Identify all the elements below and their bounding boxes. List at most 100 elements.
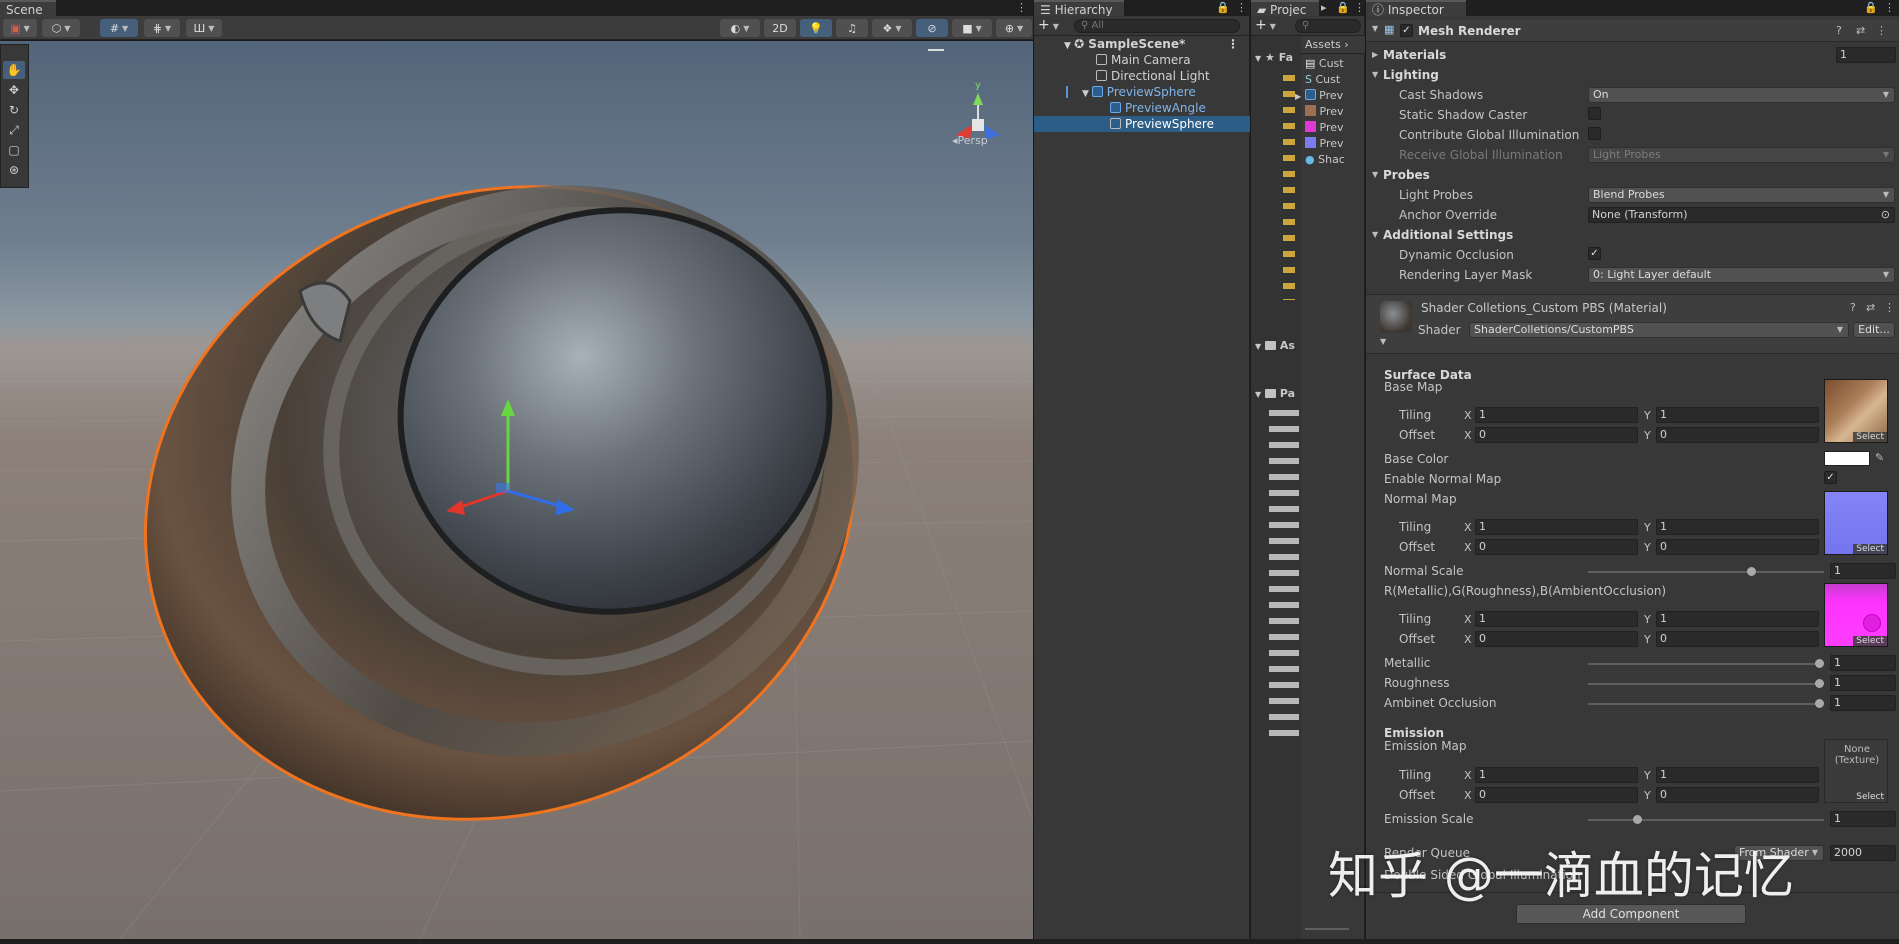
overlay-menu-handle[interactable]	[928, 49, 944, 51]
file-item[interactable]: Prev	[1305, 120, 1344, 136]
mra-map-select-button[interactable]: Select	[1853, 636, 1887, 646]
metallic-field[interactable]: 1	[1830, 655, 1896, 671]
base-tiling-x-field[interactable]: 1	[1475, 407, 1638, 423]
help-icon[interactable]: ?	[1850, 301, 1856, 314]
hidden-toggle-button[interactable]: ⊘	[916, 19, 948, 37]
emission-scale-slider[interactable]	[1588, 815, 1824, 824]
file-item[interactable]: ▤ Cust	[1305, 56, 1344, 72]
increment-snap-button[interactable]: Ш ▼	[186, 19, 222, 37]
tab-inspector[interactable]: ⓘ Inspector	[1366, 0, 1466, 17]
normal-map-thumbnail[interactable]: Select	[1824, 491, 1888, 555]
file-item[interactable]: ● Shac	[1305, 152, 1345, 168]
additional-settings-header[interactable]: Additional Settings	[1383, 228, 1513, 242]
base-color-swatch[interactable]	[1824, 451, 1870, 466]
base-map-select-button[interactable]: Select	[1853, 432, 1887, 442]
ao-slider[interactable]	[1588, 699, 1824, 708]
mode-2d-button[interactable]: 2D	[764, 19, 796, 37]
mra-map-thumbnail[interactable]: Select	[1824, 583, 1888, 647]
project-add-button[interactable]: + ▼	[1255, 17, 1276, 33]
base-offset-y-field[interactable]: 0	[1656, 427, 1819, 443]
normal-tiling-x-field[interactable]: 1	[1475, 519, 1638, 535]
snap-button[interactable]: ⋕ ▼	[144, 19, 180, 37]
tab-overflow-icon[interactable]: ▸	[1321, 1, 1327, 14]
favorites-row[interactable]: ▼ ★ Fa	[1255, 50, 1293, 66]
transform-tool-button[interactable]: ⊛	[3, 161, 25, 179]
normal-tiling-y-field[interactable]: 1	[1656, 519, 1819, 535]
base-map-thumbnail[interactable]: Select	[1824, 379, 1888, 443]
hierarchy-search-input[interactable]: ⚲ All	[1074, 19, 1240, 33]
emission-tiling-x-field[interactable]: 1	[1475, 767, 1638, 783]
render-queue-field[interactable]: 2000	[1830, 845, 1896, 861]
lighting-header[interactable]: Lighting	[1383, 68, 1439, 82]
grid-toggle-button[interactable]: # ▼	[100, 19, 138, 37]
component-enabled-checkbox[interactable]: ✓	[1400, 24, 1413, 37]
persp-label[interactable]: ◂Persp	[952, 134, 988, 147]
emission-map-thumbnail[interactable]: None (Texture) Select	[1824, 739, 1888, 803]
mra-tiling-y-field[interactable]: 1	[1656, 611, 1819, 627]
tab-project[interactable]: ▰ Projec	[1251, 0, 1319, 17]
gizmos-button[interactable]: ⊕ ▼	[996, 19, 1032, 37]
mra-offset-x-field[interactable]: 0	[1475, 631, 1638, 647]
emission-tiling-y-field[interactable]: 1	[1656, 767, 1819, 783]
component-menu-icon[interactable]: ⋮	[1876, 24, 1887, 37]
rendering-layer-mask-dropdown[interactable]: 0: Light Layer default ▼	[1588, 267, 1895, 283]
emission-map-select-button[interactable]: Select	[1853, 792, 1887, 802]
materials-count-field[interactable]: 1	[1836, 47, 1896, 63]
hierarchy-menu-icon[interactable]: ⋮	[1236, 1, 1247, 14]
inspector-menu-icon[interactable]: ⋮	[1884, 1, 1895, 14]
edit-shader-button[interactable]: Edit...	[1853, 322, 1895, 338]
slider-knob[interactable]	[1815, 659, 1824, 668]
draw-mode-button[interactable]: ▣ ▼	[3, 19, 37, 37]
add-object-button[interactable]: + ▼	[1038, 17, 1059, 33]
component-header[interactable]: ▼ ▦ ✓ Mesh Renderer ? ⇄ ⋮	[1366, 20, 1899, 42]
normal-offset-x-field[interactable]: 0	[1475, 539, 1638, 555]
file-item[interactable]: ▶ Prev	[1295, 88, 1343, 104]
hierarchy-row-scene[interactable]: ▼ ✪ SampleScene* ⋮	[1034, 36, 1245, 52]
cast-shadows-dropdown[interactable]: On ▼	[1588, 87, 1895, 103]
tab-hierarchy[interactable]: ☰ Hierarchy	[1034, 0, 1124, 17]
emission-scale-field[interactable]: 1	[1830, 811, 1896, 827]
scale-tool-button[interactable]: ⤢	[3, 121, 25, 139]
file-item[interactable]: S Cust	[1305, 72, 1340, 88]
static-shadow-caster-checkbox[interactable]	[1588, 107, 1601, 120]
preset-icon[interactable]: ⇄	[1866, 301, 1875, 314]
project-lock-icon[interactable]: 🔒	[1336, 1, 1350, 14]
scene-tab-menu-icon[interactable]: ⋮	[1016, 1, 1027, 14]
shader-dropdown[interactable]: ShaderColletions/CustomPBS ▼	[1469, 322, 1849, 338]
breadcrumb-assets[interactable]: Assets	[1305, 38, 1341, 51]
base-offset-x-field[interactable]: 0	[1475, 427, 1638, 443]
materials-header[interactable]: Materials	[1383, 48, 1446, 62]
preset-icon[interactable]: ⇄	[1856, 24, 1865, 37]
render-mode-button[interactable]: ⬡ ▼	[42, 19, 80, 37]
ao-field[interactable]: 1	[1830, 695, 1896, 711]
move-tool-button[interactable]: ✥	[3, 81, 25, 99]
tab-scene[interactable]: Scene	[0, 0, 56, 17]
project-zoom-slider[interactable]	[1305, 928, 1349, 930]
anchor-override-field[interactable]: None (Transform) ⊙	[1588, 207, 1895, 223]
rect-tool-button[interactable]: ▢	[3, 141, 25, 159]
roughness-field[interactable]: 1	[1830, 675, 1896, 691]
normal-offset-y-field[interactable]: 0	[1656, 539, 1819, 555]
roughness-slider[interactable]	[1588, 679, 1824, 688]
project-menu-icon[interactable]: ⋮	[1354, 1, 1365, 14]
mra-tiling-x-field[interactable]: 1	[1475, 611, 1638, 627]
slider-knob[interactable]	[1746, 567, 1756, 576]
eyedropper-icon[interactable]: ✎	[1875, 451, 1884, 464]
hierarchy-row-main-camera[interactable]: Main Camera	[1034, 52, 1245, 68]
scene-menu-icon[interactable]: ⋮	[1227, 36, 1239, 52]
contribute-gi-checkbox[interactable]	[1588, 127, 1601, 140]
shading-mode-button[interactable]: ◐ ▼	[720, 19, 760, 37]
emission-offset-x-field[interactable]: 0	[1475, 787, 1638, 803]
mra-offset-y-field[interactable]: 0	[1656, 631, 1819, 647]
hand-tool-button[interactable]: ✋	[3, 61, 25, 79]
hierarchy-row-preview-angle[interactable]: PreviewAngle	[1034, 100, 1245, 116]
hierarchy-row-preview-sphere-selected[interactable]: PreviewSphere	[1034, 116, 1250, 132]
effects-button[interactable]: ❖ ▼	[872, 19, 912, 37]
audio-toggle-button[interactable]: ♫	[836, 19, 868, 37]
file-item[interactable]: Prev	[1305, 104, 1344, 120]
help-icon[interactable]: ?	[1836, 24, 1842, 37]
probes-header[interactable]: Probes	[1383, 168, 1430, 182]
base-tiling-y-field[interactable]: 1	[1656, 407, 1819, 423]
normal-scale-field[interactable]: 1	[1830, 563, 1896, 579]
enable-normal-map-checkbox[interactable]: ✓	[1824, 471, 1837, 484]
